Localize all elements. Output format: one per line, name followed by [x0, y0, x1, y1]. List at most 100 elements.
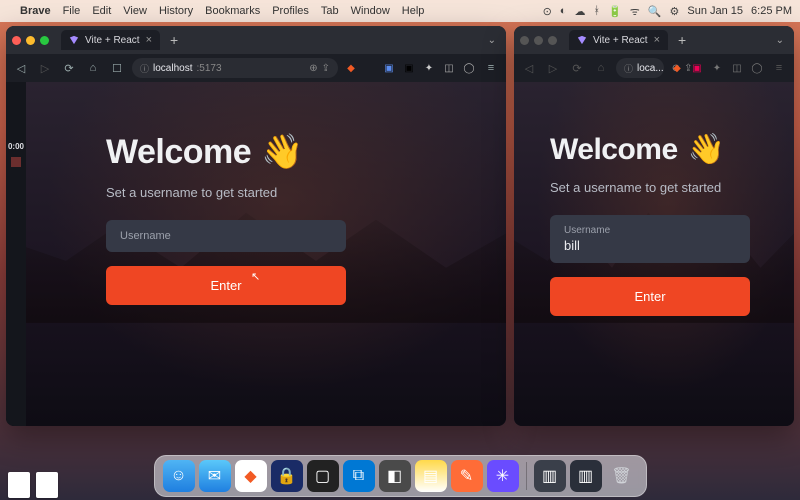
reload-button[interactable]: ⟳: [60, 59, 78, 77]
home-button[interactable]: ⌂: [84, 59, 102, 77]
app-icon[interactable]: ◧: [379, 460, 411, 492]
site-info-icon[interactable]: ⓘ: [624, 62, 633, 75]
dock-folder-icon[interactable]: ▥: [570, 460, 602, 492]
forward-button[interactable]: ▷: [544, 59, 562, 77]
menubar-date[interactable]: Sun Jan 15: [687, 5, 743, 17]
browser-tab[interactable]: Vite + React ×: [61, 30, 160, 50]
extensions-menu-icon[interactable]: ✦: [422, 61, 436, 75]
back-button[interactable]: ◁: [520, 59, 538, 77]
wave-emoji-icon: 👋: [688, 132, 725, 167]
page-subtitle: Set a username to get started: [106, 184, 326, 202]
page-heading: Welcome 👋: [106, 132, 506, 172]
wave-emoji-icon: 👋: [261, 132, 303, 172]
username-label: Username: [564, 225, 736, 236]
bluetooth-icon[interactable]: ᚼ: [593, 5, 600, 17]
enter-button[interactable]: Enter: [550, 277, 750, 316]
username-label: Username: [120, 230, 332, 242]
finder-icon[interactable]: ☺: [163, 460, 195, 492]
menu-edit[interactable]: Edit: [92, 5, 111, 17]
menu-tab[interactable]: Tab: [321, 5, 339, 17]
back-button[interactable]: ◁: [12, 59, 30, 77]
app-icon[interactable]: ✳: [487, 460, 519, 492]
1password-icon[interactable]: 🔒: [271, 460, 303, 492]
menu-window[interactable]: Window: [351, 5, 390, 17]
status-icon[interactable]: ◐: [560, 5, 567, 17]
username-value: bill: [564, 238, 736, 253]
vite-favicon-icon: [69, 35, 79, 45]
enter-button-label: Enter: [634, 289, 665, 304]
tab-overflow-button[interactable]: ⌄: [772, 35, 788, 46]
reload-button[interactable]: ⟳: [568, 59, 586, 77]
extension-icon[interactable]: ▣: [402, 61, 416, 75]
zoom-window-button[interactable]: [548, 36, 557, 45]
profile-icon[interactable]: ◯: [750, 61, 764, 75]
desktop: Vite + React × + ⌄ ◁ ▷ ⟳ ⌂ ☐ ⓘ localhost…: [0, 22, 800, 456]
forward-button[interactable]: ▷: [36, 59, 54, 77]
site-info-icon[interactable]: ⓘ: [140, 62, 149, 75]
status-icon[interactable]: ⊙: [543, 5, 552, 18]
tab-title: Vite + React: [85, 35, 140, 46]
new-tab-button[interactable]: +: [166, 32, 182, 48]
browser-tab[interactable]: Vite + React ×: [569, 30, 668, 50]
menubar-status-tray: ⊙ ◐ ☁ ᚼ 🔋 ᯤ 🔍 ⚙ Sun Jan 15 6:25 PM: [543, 4, 792, 19]
menu-bookmarks[interactable]: Bookmarks: [205, 5, 260, 17]
extension-icon[interactable]: ▣: [690, 61, 704, 75]
window-controls: [12, 36, 49, 45]
menu-help[interactable]: Help: [402, 5, 425, 17]
extension-icon[interactable]: ▣: [382, 61, 396, 75]
new-tab-button[interactable]: +: [674, 32, 690, 48]
address-bar[interactable]: ⓘ loca... ⊕ ⇪: [616, 58, 664, 78]
dock: ☺ ✉ ◆ 🔒 ▢ ⧉ ◧ ▤ ✎ ✳ ▥ ▥ 🗑: [154, 455, 647, 497]
minimize-window-button[interactable]: [26, 36, 35, 45]
bookmark-button[interactable]: ☐: [108, 59, 126, 77]
vscode-icon[interactable]: ⧉: [343, 460, 375, 492]
share-icon[interactable]: ⇪: [322, 63, 330, 74]
menu-history[interactable]: History: [159, 5, 193, 17]
close-window-button[interactable]: [520, 36, 529, 45]
brave-shields-icon[interactable]: ◆: [344, 61, 358, 75]
sidebar-toggle-icon[interactable]: ◫: [442, 61, 456, 75]
menu-file[interactable]: File: [63, 5, 81, 17]
enter-button[interactable]: Enter: [106, 266, 346, 305]
close-window-button[interactable]: [12, 36, 21, 45]
tab-overflow-button[interactable]: ⌄: [484, 35, 500, 46]
tab-title: Vite + React: [593, 35, 648, 46]
app-menu-button[interactable]: ≡: [770, 59, 788, 77]
postman-icon[interactable]: ✎: [451, 460, 483, 492]
username-input[interactable]: Username bill: [550, 215, 750, 263]
menu-view[interactable]: View: [123, 5, 147, 17]
home-button[interactable]: ⌂: [592, 59, 610, 77]
brave-icon[interactable]: ◆: [235, 460, 267, 492]
battery-icon[interactable]: 🔋: [608, 5, 622, 18]
zoom-window-button[interactable]: [40, 36, 49, 45]
profile-icon[interactable]: ◯: [462, 61, 476, 75]
close-tab-icon[interactable]: ×: [654, 34, 660, 46]
brave-shields-icon[interactable]: ◆: [670, 61, 684, 75]
minimize-window-button[interactable]: [534, 36, 543, 45]
status-icon[interactable]: ☁: [574, 5, 585, 18]
menubar-time[interactable]: 6:25 PM: [751, 5, 792, 17]
url-host: localhost: [153, 63, 192, 74]
dock-folder-icon[interactable]: ▥: [534, 460, 566, 492]
wifi-icon[interactable]: ᯤ: [630, 4, 640, 19]
terminal-icon[interactable]: ▢: [307, 460, 339, 492]
vite-favicon-icon: [577, 35, 587, 45]
reader-icon[interactable]: ⊕: [309, 63, 317, 74]
extensions-menu-icon[interactable]: ✦: [710, 61, 724, 75]
menubar-app-name[interactable]: Brave: [20, 5, 51, 17]
username-input[interactable]: Username: [106, 220, 346, 252]
sidebar-toggle-icon[interactable]: ◫: [730, 61, 744, 75]
address-bar[interactable]: ⓘ localhost:5173 ⊕ ⇪: [132, 58, 338, 78]
dock-separator: [526, 462, 527, 490]
spotlight-icon[interactable]: 🔍: [648, 5, 662, 18]
page-subtitle: Set a username to get started: [550, 179, 770, 197]
menu-profiles[interactable]: Profiles: [272, 5, 309, 17]
control-center-icon[interactable]: ⚙: [670, 5, 680, 18]
close-tab-icon[interactable]: ×: [146, 34, 152, 46]
notes-icon[interactable]: ▤: [415, 460, 447, 492]
mail-icon[interactable]: ✉: [199, 460, 231, 492]
mouse-cursor-icon: ↖: [251, 270, 260, 283]
browser-window-left: Vite + React × + ⌄ ◁ ▷ ⟳ ⌂ ☐ ⓘ localhost…: [6, 26, 506, 426]
app-menu-button[interactable]: ≡: [482, 59, 500, 77]
trash-icon[interactable]: 🗑: [606, 460, 638, 492]
